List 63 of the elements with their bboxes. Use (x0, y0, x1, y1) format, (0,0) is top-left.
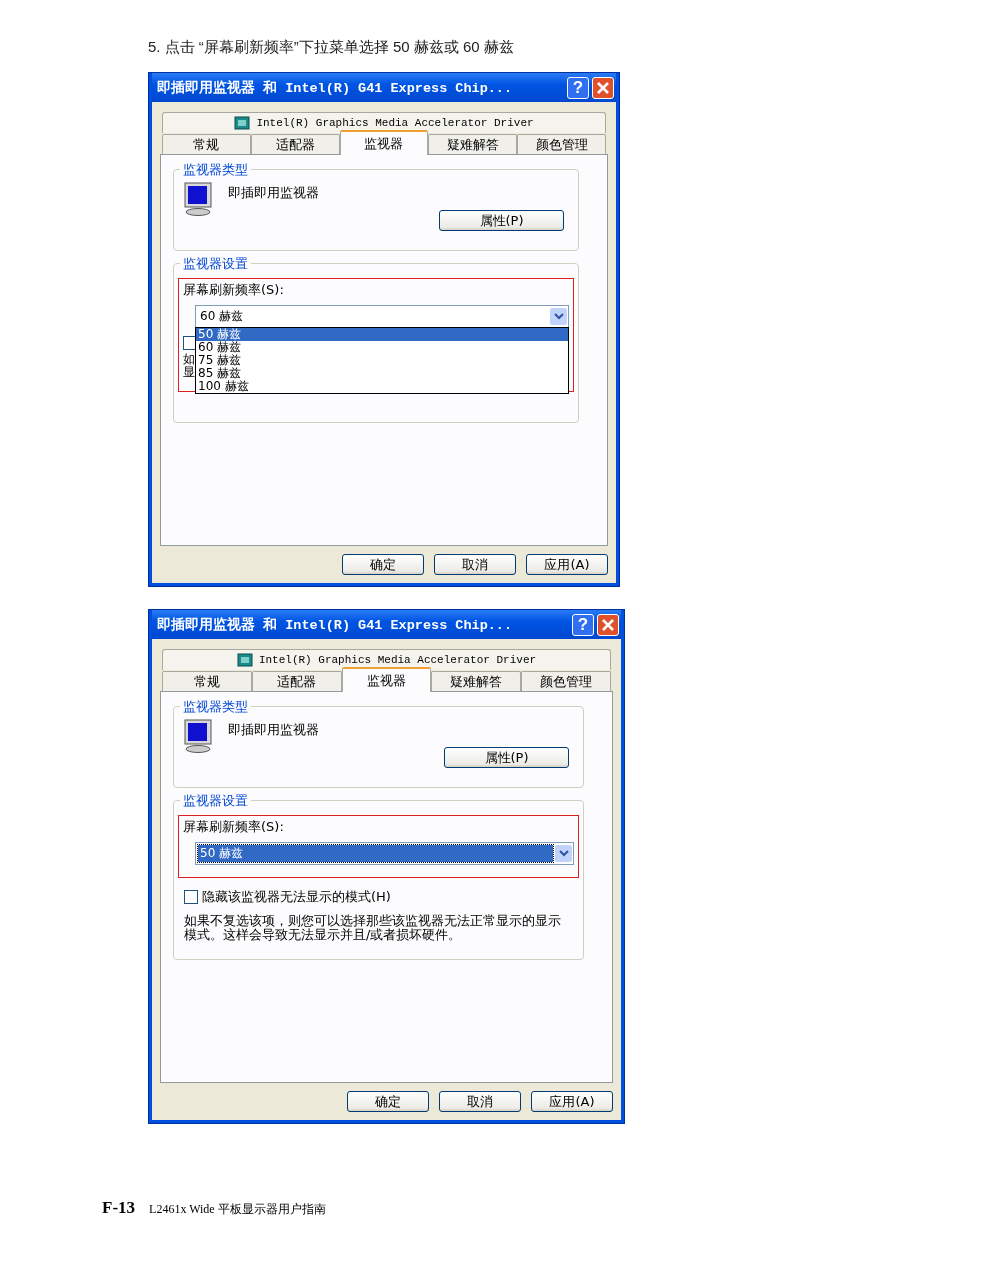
close-icon (596, 80, 610, 95)
tab[interactable]: 监视器 (341, 667, 432, 692)
refresh-rate-dropdown[interactable]: 50 赫兹 (195, 842, 574, 865)
close-button[interactable] (592, 76, 614, 99)
group-legend: 监视器类型 (180, 161, 251, 179)
dialog-button[interactable]: 取消 (439, 1091, 521, 1112)
help-button[interactable]: ? (567, 76, 589, 99)
dropdown-arrow-button[interactable] (550, 308, 567, 325)
tab[interactable]: 适配器 (250, 134, 340, 154)
chevron-down-icon (558, 850, 569, 857)
checkbox[interactable] (184, 890, 198, 904)
chevron-down-icon (553, 313, 564, 320)
driver-tab-label: Intel(R) Graphics Media Accelerator Driver (258, 654, 537, 666)
tab[interactable]: 颜色管理 (517, 134, 606, 154)
driver-tab-label: Intel(R) Graphics Media Accelerator Driver (256, 117, 534, 129)
footer-title: L2461x Wide 平板显示器用户指南 (149, 1201, 326, 1218)
monitor-icon (184, 182, 214, 216)
monitor-name: 即插即用监视器 (228, 184, 319, 202)
group-legend: 监视器设置 (180, 255, 251, 273)
refresh-rate-dropdown[interactable]: 60 赫兹 (195, 305, 569, 328)
dropdown-option[interactable]: 85 赫兹 (196, 367, 568, 380)
dropdown-value: 50 赫兹 (198, 845, 553, 862)
driver-icon (236, 653, 253, 667)
dropdown-arrow-button[interactable] (555, 845, 572, 862)
dialog-button[interactable]: 确定 (347, 1091, 429, 1112)
tab[interactable]: 疑难解答 (431, 671, 522, 691)
tab[interactable]: 常规 (162, 134, 251, 154)
tab[interactable]: 疑难解答 (428, 134, 518, 154)
close-icon (601, 617, 615, 632)
monitor-name: 即插即用监视器 (228, 721, 319, 739)
window-title: 即插即用监视器 和 Intel(R) G41 Express Chip... (157, 79, 514, 97)
group-legend: 监视器类型 (180, 698, 251, 716)
driver-icon (234, 116, 251, 130)
properties-button[interactable]: 属性(P) (444, 747, 569, 768)
tab[interactable]: 常规 (162, 671, 252, 691)
driver-tab[interactable]: Intel(R) Graphics Media Accelerator Driver (162, 112, 606, 133)
group-legend: 监视器设置 (180, 792, 251, 810)
instruction-text: 5. 点击 “屏幕刷新频率”下拉菜单选择 50 赫兹或 60 赫兹 (148, 38, 515, 57)
dropdown-option[interactable]: 60 赫兹 (196, 341, 568, 354)
dropdown-value: 60 赫兹 (199, 308, 245, 325)
dropdown-option[interactable]: 75 赫兹 (196, 354, 568, 367)
dropdown-option[interactable]: 100 赫兹 (196, 380, 568, 393)
dialog-button[interactable]: 应用(A) (531, 1091, 613, 1112)
dialog-button[interactable]: 确定 (342, 554, 424, 575)
help-button[interactable]: ? (572, 613, 594, 636)
note-fragment: 如 (183, 353, 195, 366)
properties-button[interactable]: 属性(P) (439, 210, 564, 231)
refresh-rate-label: 屏幕刷新频率(S): (183, 281, 285, 299)
dropdown-option[interactable]: 50 赫兹 (196, 328, 568, 341)
dialog-button[interactable]: 应用(A) (526, 554, 608, 575)
monitor-icon (184, 719, 214, 753)
tab[interactable]: 监视器 (339, 130, 429, 155)
driver-tab[interactable]: Intel(R) Graphics Media Accelerator Driver (162, 649, 611, 670)
page-number: F-13 (102, 1198, 136, 1218)
note-fragment: 显 (183, 366, 195, 379)
tab[interactable]: 适配器 (251, 671, 342, 691)
close-button[interactable] (597, 613, 619, 636)
window-title: 即插即用监视器 和 Intel(R) G41 Express Chip... (157, 616, 514, 634)
warning-text: 如果不复选该项，则您可以选择那些该监视器无法正常显示的显示模式。这样会导致无法显示并且/或者损坏硬件。 (184, 914, 562, 942)
checkbox-label: 隐藏该监视器无法显示的模式(H) (202, 888, 391, 906)
refresh-rate-label: 屏幕刷新频率(S): (183, 818, 285, 836)
tab[interactable]: 颜色管理 (521, 671, 611, 691)
dialog-button[interactable]: 取消 (434, 554, 516, 575)
